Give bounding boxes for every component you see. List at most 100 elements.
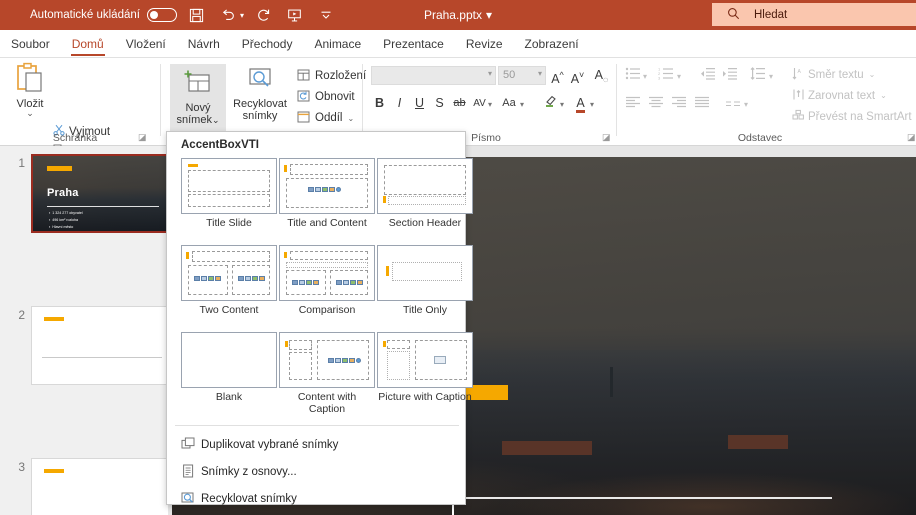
menu-slides-from-outline[interactable]: Snímky z osnovy... — [175, 459, 459, 485]
slide-thumbnail-1[interactable]: Praha ▪ 1 324 277 obyvatel ▪ 496 km² rozlo… — [31, 154, 168, 233]
thumbnail-slide-1[interactable]: 1 Praha ▪ 1 324 277 obyvatel ▪ 496 km² roz… — [0, 154, 168, 236]
save-icon[interactable] — [186, 4, 208, 26]
line-spacing-caret-icon[interactable]: ▾ — [769, 72, 773, 81]
paste-button[interactable]: Vložit ⌄ — [8, 62, 52, 126]
layout-content-with-caption[interactable]: Content with Caption — [279, 332, 375, 415]
convert-to-smartart-button[interactable]: Převést na SmartArt ⌄ — [790, 108, 916, 125]
picture-icon — [434, 356, 446, 364]
text-direction-button[interactable]: A Směr textu ⌄ — [790, 66, 875, 83]
layout-title-and-content[interactable]: Title and Content — [279, 158, 375, 229]
grow-font-button[interactable]: A^ — [549, 66, 566, 86]
smartart-icon — [790, 109, 806, 125]
underline-label: U — [414, 96, 425, 110]
text-shadow-button[interactable]: S — [431, 94, 448, 113]
slide-thumbnail-pane[interactable]: 1 Praha ▪ 1 324 277 obyvatel ▪ 496 km² roz… — [0, 146, 168, 515]
slide-thumbnail-2[interactable] — [31, 306, 168, 385]
layout-picture-with-caption[interactable]: Picture with Caption — [377, 332, 473, 403]
increase-indent-icon[interactable] — [722, 67, 739, 83]
shrink-font-button[interactable]: A˅ — [569, 66, 586, 86]
font-dialog-launcher[interactable]: ◪ — [602, 132, 611, 143]
columns-icon[interactable] — [725, 98, 742, 114]
search-icon — [727, 7, 740, 23]
decrease-indent-icon[interactable] — [700, 67, 717, 83]
undo-icon[interactable] — [217, 4, 239, 26]
layout-title-slide[interactable]: Title Slide — [181, 158, 277, 229]
font-size-combobox[interactable]: 50 ▾ — [498, 66, 546, 85]
character-spacing-caret-icon[interactable]: ▾ — [488, 100, 492, 109]
menu-reuse-slides[interactable]: Recyklovat snímky — [175, 486, 459, 512]
layout-section-header[interactable]: Section Header — [377, 158, 473, 229]
tab-navrh[interactable]: Návrh — [177, 30, 231, 58]
font-name-caret-icon[interactable]: ▾ — [488, 69, 492, 78]
justify-icon[interactable] — [694, 96, 711, 112]
paste-caret-icon[interactable]: ⌄ — [8, 109, 52, 118]
change-case-button[interactable]: Aa — [499, 94, 519, 113]
layout-thumb — [181, 158, 277, 214]
section-button[interactable]: Oddíl ⌄ — [294, 108, 354, 128]
columns-caret-icon[interactable]: ▾ — [744, 100, 748, 109]
paragraph-dialog-launcher[interactable]: ◪ — [907, 132, 916, 143]
align-left-icon[interactable] — [625, 96, 642, 112]
layout-two-content[interactable]: Two Content — [181, 245, 277, 316]
font-color-button[interactable]: A — [572, 94, 589, 113]
redo-icon[interactable] — [253, 4, 275, 26]
line-spacing-icon[interactable] — [750, 67, 767, 83]
layout-title-only[interactable]: Title Only — [377, 245, 473, 316]
layout-blank[interactable]: Blank — [181, 332, 277, 403]
bullets-icon[interactable] — [625, 67, 642, 83]
character-spacing-button[interactable]: AV — [471, 94, 488, 113]
duplicate-slides-icon — [175, 437, 201, 454]
document-title-caret-icon[interactable]: ▾ — [486, 8, 492, 22]
skyline-roof — [728, 435, 788, 449]
thumbnail-slide-2[interactable]: 2 — [0, 306, 168, 388]
autosave-toggle[interactable] — [146, 8, 177, 22]
section-caret-icon[interactable]: ⌄ — [348, 114, 355, 123]
tab-animace[interactable]: Animace — [303, 30, 372, 58]
tab-domu[interactable]: Domů — [61, 30, 115, 58]
reset-button[interactable]: Obnovit — [294, 87, 355, 107]
clipboard-dialog-launcher[interactable]: ◪ — [138, 132, 147, 143]
new-slide-button[interactable]: Nový snímek⌄ — [170, 64, 226, 134]
tab-soubor[interactable]: Soubor — [0, 30, 61, 58]
slide-1-bullet-1-text: 1 324 277 obyvatel — [52, 211, 83, 215]
reuse-slides-button[interactable]: Recyklovat snímky — [230, 64, 290, 122]
underline-button[interactable]: U — [411, 94, 428, 113]
align-text-caret-icon[interactable]: ⌄ — [880, 91, 887, 100]
font-size-caret-icon[interactable]: ▾ — [538, 69, 542, 78]
customize-quick-access-icon[interactable] — [315, 4, 337, 26]
text-highlight-caret-icon[interactable]: ▾ — [560, 100, 564, 109]
font-color-caret-icon[interactable]: ▾ — [590, 100, 594, 109]
tab-prezentace[interactable]: Prezentace — [372, 30, 455, 58]
new-slide-layout-dropdown[interactable]: AccentBoxVTI Title Slide Title and Conte… — [166, 131, 473, 505]
tab-vlozeni[interactable]: Vložení — [115, 30, 177, 58]
change-case-caret-icon[interactable]: ▾ — [520, 100, 524, 109]
menu-duplicate-slides[interactable]: Duplikovat vybrané snímky — [175, 432, 459, 458]
bold-button[interactable]: B — [371, 94, 388, 113]
numbering-caret-icon[interactable]: ▾ — [677, 72, 681, 81]
thumbnail-slide-3[interactable]: 3 — [0, 458, 168, 515]
text-direction-caret-icon[interactable]: ⌄ — [869, 70, 876, 79]
undo-caret-icon[interactable]: ▾ — [240, 11, 244, 20]
text-highlight-icon[interactable] — [542, 94, 559, 113]
start-presentation-icon[interactable] — [284, 4, 306, 26]
search-box[interactable]: Hledat — [712, 3, 916, 26]
layout-comparison[interactable]: Comparison — [279, 245, 375, 316]
new-slide-icon — [170, 70, 226, 99]
content-glyph-icon — [336, 280, 363, 285]
slide-2-rule — [42, 357, 162, 358]
align-text-button[interactable]: Zarovnat text ⌄ — [790, 87, 887, 104]
new-slide-caret-icon[interactable]: ⌄ — [212, 115, 220, 125]
tab-zobrazeni[interactable]: Zobrazení — [514, 30, 590, 58]
align-right-icon[interactable] — [671, 96, 688, 112]
font-name-combobox[interactable]: ▾ — [371, 66, 496, 85]
strikethrough-button[interactable]: ab — [451, 94, 468, 113]
clear-formatting-button[interactable]: A◌ — [593, 66, 610, 85]
tab-prechody[interactable]: Přechody — [231, 30, 304, 58]
bullets-caret-icon[interactable]: ▾ — [643, 72, 647, 81]
align-center-icon[interactable] — [648, 96, 665, 112]
numbering-icon[interactable]: 1 2 3 — [658, 67, 675, 83]
italic-button[interactable]: I — [391, 94, 408, 113]
tab-revize[interactable]: Revize — [455, 30, 514, 58]
slide-thumbnail-3[interactable] — [31, 458, 168, 515]
layout-caption: Title Slide — [206, 217, 252, 229]
